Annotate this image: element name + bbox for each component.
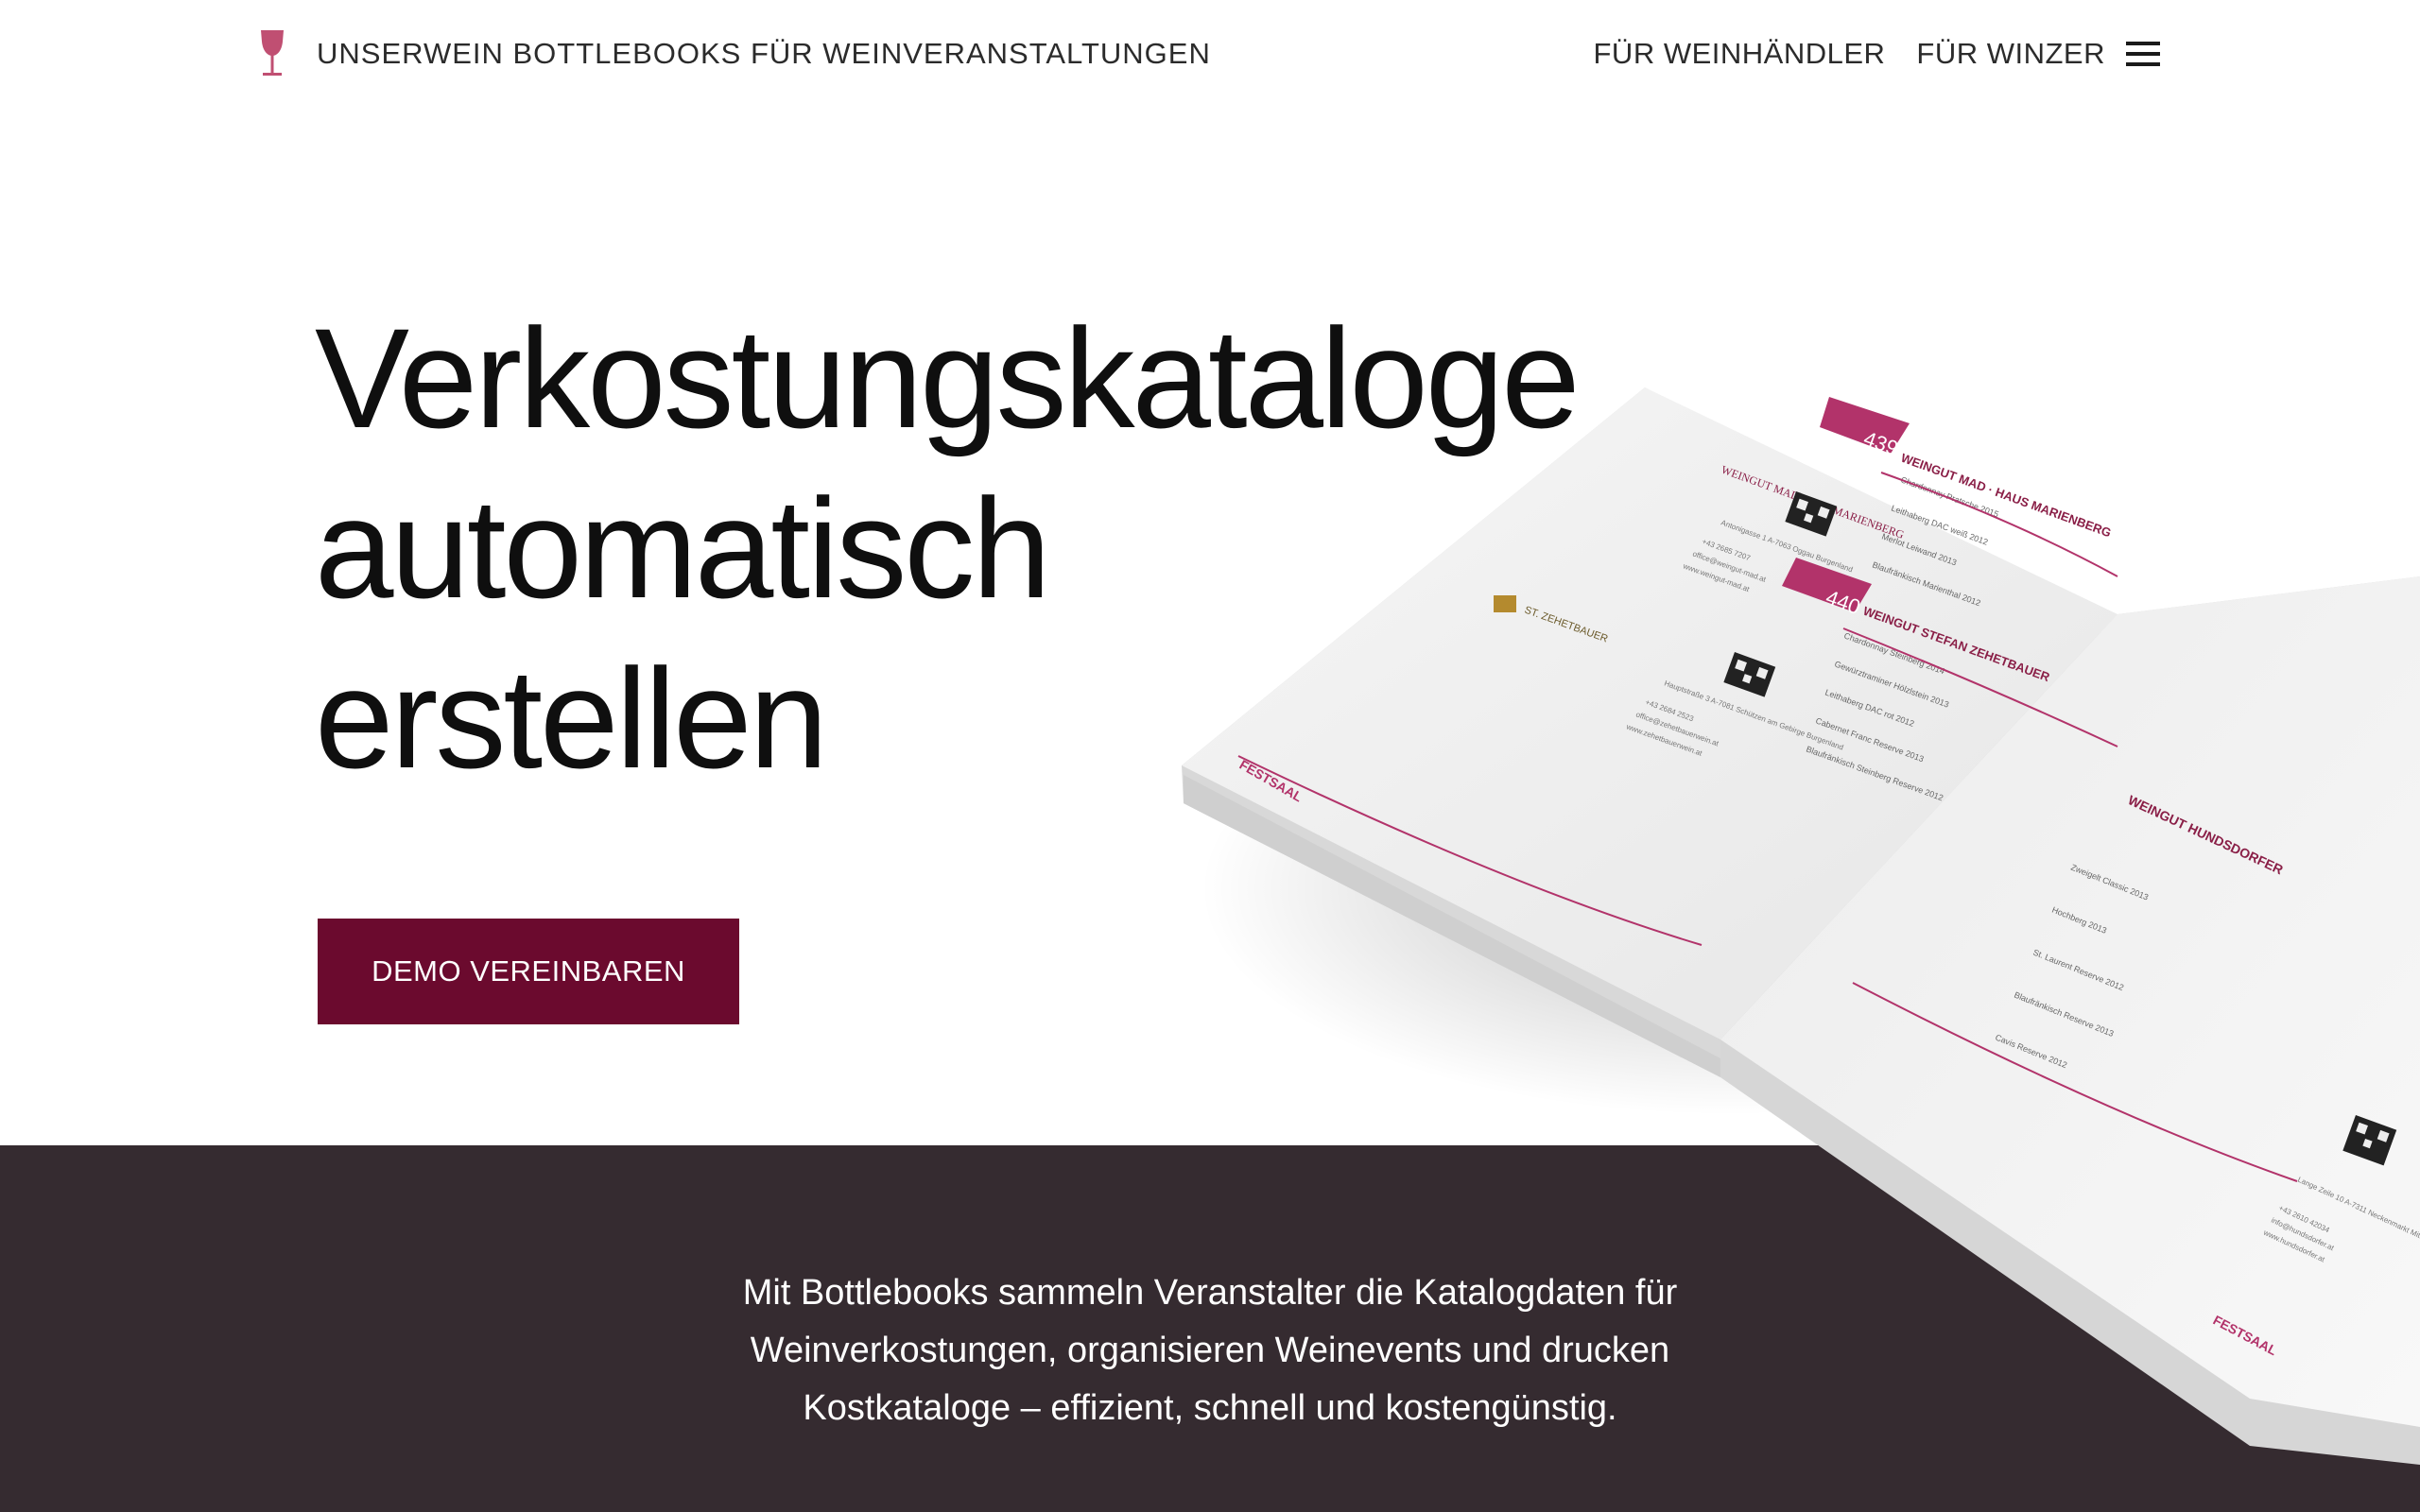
hamburger-menu-icon[interactable] — [2126, 42, 2160, 66]
nav-link-weinhaendler[interactable]: FÜR WEINHÄNDLER — [1594, 28, 1886, 79]
zehetbauer-logo-mark — [1494, 595, 1516, 612]
main-nav: FÜR WEINHÄNDLER FÜR WINZER — [1563, 28, 2160, 79]
nav-link-winzer[interactable]: FÜR WINZER — [1916, 28, 2105, 79]
demo-vereinbaren-button[interactable]: DEMO VEREINBAREN — [318, 919, 739, 1024]
wine-glass-icon — [261, 30, 284, 76]
brand-title: UNSERWEIN BOTTLEBOOKS FÜR WEINVERANSTALT… — [317, 37, 1211, 70]
top-navigation-bar: UNSERWEIN BOTTLEBOOKS FÜR WEINVERANSTALT… — [0, 0, 2420, 109]
catalog-book-image: 439 440 WEINGUT MAD · HAUS MARIENBERG WE… — [1182, 387, 2420, 1465]
brand-link[interactable]: UNSERWEIN BOTTLEBOOKS FÜR WEINVERANSTALT… — [256, 28, 1211, 79]
